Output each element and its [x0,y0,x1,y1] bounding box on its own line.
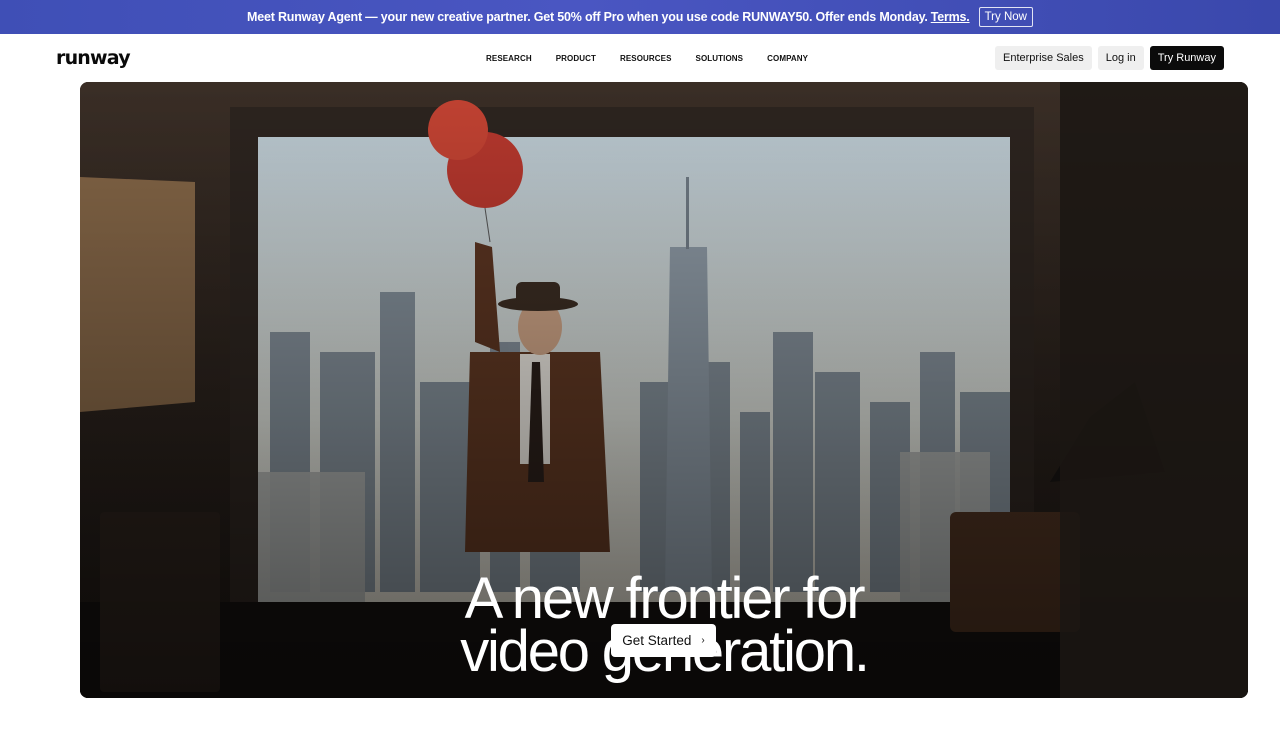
chevron-right-icon: › [701,635,705,646]
get-started-button[interactable]: Get Started › [611,624,716,657]
try-runway-button[interactable]: Try Runway [1149,46,1224,70]
terms-link[interactable]: Terms. [931,10,970,24]
promo-message: Meet Runway Agent — your new creative pa… [247,10,928,24]
header-actions: Enterprise Sales Log in Try Runway [995,46,1224,70]
log-in-button[interactable]: Log in [1097,46,1144,70]
enterprise-sales-button[interactable]: Enterprise Sales [995,46,1092,70]
hero-section: A new frontier for video generation. Get… [80,82,1248,698]
get-started-label: Get Started [622,633,692,648]
nav-company[interactable]: COMPANY [767,54,808,63]
promo-banner: Meet Runway Agent — your new creative pa… [0,0,1280,34]
nav-product[interactable]: PRODUCT [556,54,596,63]
nav-resources[interactable]: RESOURCES [620,54,672,63]
nav-research[interactable]: RESEARCH [486,54,532,63]
hero-title-line1: A new frontier for [464,566,866,631]
try-now-button[interactable]: Try Now [978,7,1033,27]
site-header: runway RESEARCH PRODUCT RESOURCES SOLUTI… [0,34,1280,82]
nav-solutions[interactable]: SOLUTIONS [696,54,744,63]
runway-logo[interactable]: runway [56,47,131,69]
main-nav: RESEARCH PRODUCT RESOURCES SOLUTIONS COM… [486,54,832,63]
